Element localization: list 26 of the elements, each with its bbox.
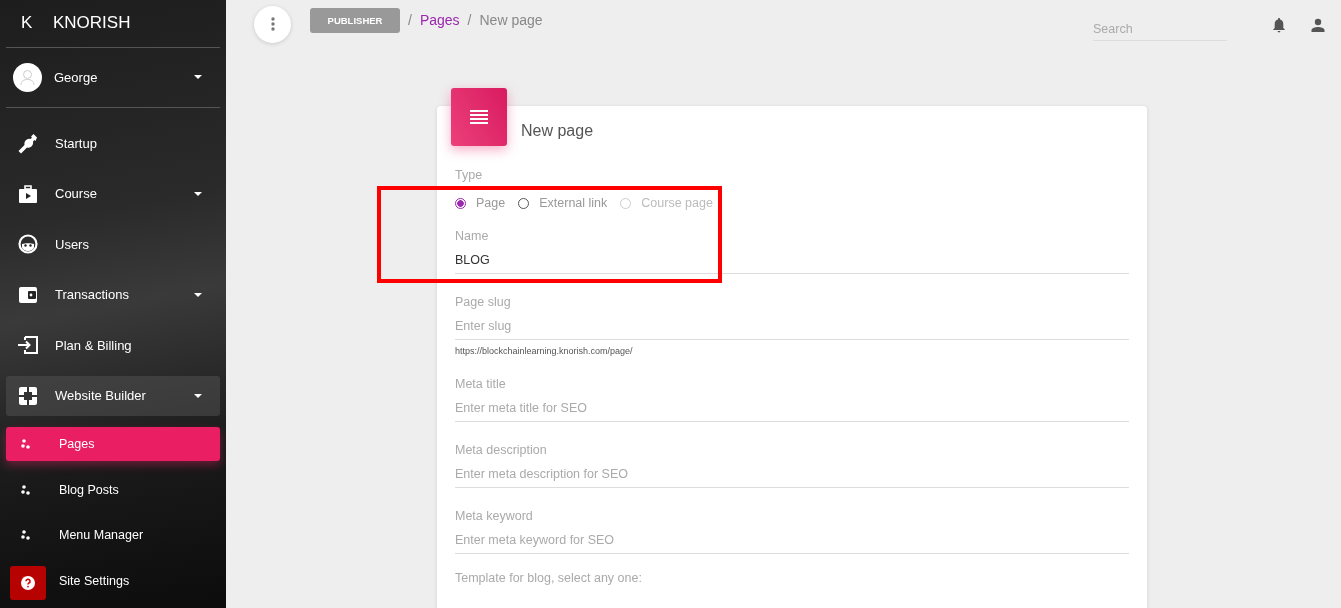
nav-subitem[interactable]: Pages [6,427,220,461]
field-label: Template for blog, select any one: [455,571,642,585]
nav-item[interactable]: Plan & Billing [6,325,220,365]
nav-item[interactable]: Startup [6,123,220,163]
nav-item[interactable]: Course [6,173,220,214]
nav-subitem[interactable]: Blog Posts [6,472,220,507]
user-name[interactable]: George [54,69,194,85]
nav-item[interactable]: Website Builder [6,375,220,416]
field-label: Type [455,168,483,182]
nav-item[interactable]: Users [6,224,220,264]
field-label: Meta title [455,377,506,391]
field-label: Meta keyword [455,509,533,523]
url-hint: https://blockchainlearning.knorish.com/page/ [455,346,634,356]
breadcrumb-link[interactable]: Pages [419,12,460,28]
card-title: New page [521,121,595,141]
field-label: Meta description [455,443,547,457]
logo-letter: K [21,13,34,34]
field-label: Page slug [455,295,511,309]
field-label: Name [455,229,489,243]
nav-subitem[interactable]: Menu Manager [6,518,220,552]
breadcrumb-current: New page [479,12,543,28]
search-field[interactable]: Search [1093,17,1227,41]
brand-name: KNORISH [53,13,131,34]
breadcrumb-separator: / [467,12,472,28]
nav-item[interactable]: Transactions [6,274,220,315]
breadcrumb-separator: / [408,12,412,28]
